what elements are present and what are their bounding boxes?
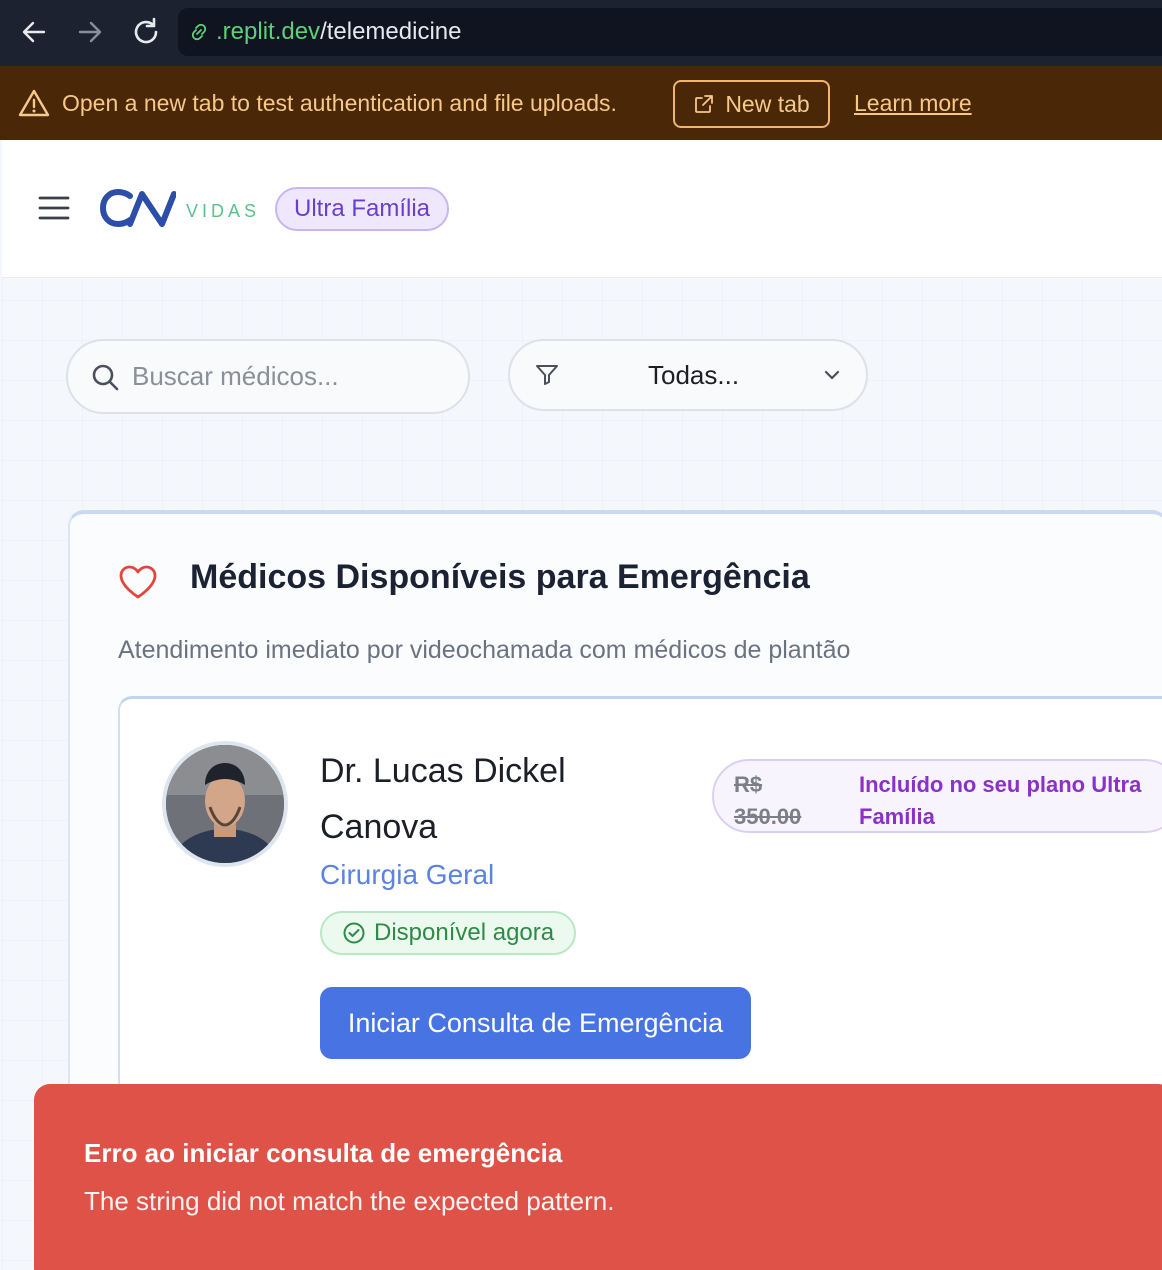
learn-more-link[interactable]: Learn more [854, 90, 972, 117]
heart-icon [119, 565, 157, 599]
arrow-left-icon [22, 21, 46, 43]
search-input[interactable] [132, 361, 432, 392]
plan-badge: Ultra Família [275, 187, 450, 231]
price-badge: R$ 350.00 Incluído no seu plano Ultra Fa… [712, 759, 1162, 833]
filter-icon [536, 365, 558, 385]
new-tab-label: New tab [725, 90, 810, 117]
back-button[interactable] [16, 14, 52, 50]
doctor-specialty: Cirurgia Geral [320, 859, 495, 890]
included-in-plan-label: Incluído no seu plano Ultra Família [859, 772, 1142, 829]
menu-icon[interactable] [38, 194, 70, 222]
error-toast: Erro ao iniciar consulta de emergência T… [34, 1084, 1162, 1270]
doctor-photo [166, 745, 284, 863]
warning-icon [18, 89, 50, 117]
external-link-icon [695, 95, 714, 113]
filter-selected-value: Todas... [648, 359, 740, 390]
original-price: R$ 350.00 [734, 772, 802, 829]
reload-icon [134, 17, 158, 44]
doctor-name: Dr. Lucas Dickel Canova [320, 752, 566, 846]
new-tab-button[interactable]: New tab [673, 80, 830, 128]
browser-toolbar: .replit.dev/telemedicine [0, 0, 1162, 66]
toast-message: The string did not match the expected pa… [84, 1186, 615, 1216]
specialty-filter-select[interactable]: Todas... [508, 339, 868, 411]
address-bar[interactable]: .replit.dev/telemedicine [178, 8, 1162, 56]
card-subtitle: Atendimento imediato por videochamada co… [118, 636, 851, 664]
cn-logo-icon [100, 188, 176, 228]
availability-badge: Disponível agora [320, 911, 577, 955]
chevron-down-icon [824, 370, 840, 380]
toast-title: Erro ao iniciar consulta de emergência [84, 1138, 563, 1168]
forward-button[interactable] [72, 14, 108, 50]
warning-message: Open a new tab to test authentication an… [62, 90, 617, 116]
arrow-right-icon [78, 21, 102, 43]
app-header: VIDAS Ultra Família [2, 140, 1162, 278]
doctor-search[interactable] [66, 339, 470, 414]
url-path: /telemedicine [320, 18, 462, 45]
logo-subtitle: VIDAS [186, 200, 261, 221]
warning-banner: Open a new tab to test authentication an… [0, 66, 1162, 140]
link-icon [191, 23, 207, 41]
emergency-doctors-card: Médicos Disponíveis para Emergência Aten… [68, 510, 1162, 1170]
start-emergency-consult-button[interactable]: Iniciar Consulta de Emergência [320, 987, 751, 1059]
logo[interactable]: VIDAS [100, 188, 260, 228]
card-title: Médicos Disponíveis para Emergência [190, 558, 810, 596]
check-circle-icon [343, 922, 365, 944]
url-host: .replit.dev [216, 18, 321, 45]
reload-button[interactable] [128, 14, 164, 50]
doctor-card: Dr. Lucas Dickel Canova Cirurgia Geral D… [118, 696, 1162, 1096]
search-icon [92, 364, 119, 390]
doctor-avatar [162, 741, 288, 867]
availability-label: Disponível agora [374, 919, 555, 946]
